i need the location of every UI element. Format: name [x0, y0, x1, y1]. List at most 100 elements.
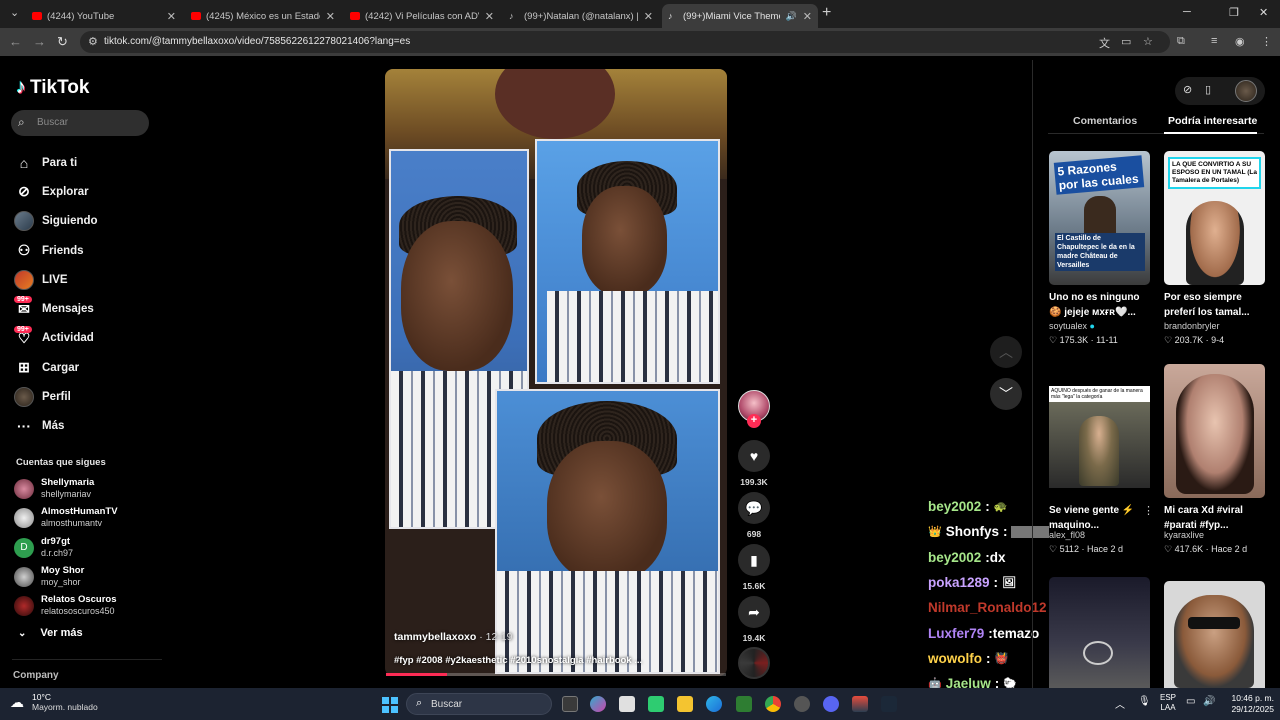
video-progress-fill — [386, 673, 448, 676]
company-link[interactable]: Company — [13, 670, 59, 681]
following-account[interactable]: D dr97gt d.r.ch97 — [13, 534, 163, 563]
recommended-video-card[interactable]: 5 Razones por las cuales El Castillo de … — [1049, 151, 1150, 346]
previous-video-button[interactable]: ︿ — [990, 336, 1022, 368]
account-name: Moy Shor — [41, 564, 85, 576]
taskbar-search-input[interactable]: ⌕ Buscar — [406, 693, 552, 715]
tab-comentarios[interactable]: Comentarios — [1073, 115, 1137, 127]
search-input[interactable]: ⌕ Buscar — [11, 110, 149, 136]
nav-item-siguiendo[interactable]: Siguiendo — [14, 207, 164, 236]
profile-icon[interactable]: ◉ — [1235, 35, 1245, 48]
chrome-icon[interactable] — [765, 696, 781, 712]
next-video-button[interactable]: ﹀ — [990, 378, 1022, 410]
youtube-icon — [350, 12, 360, 20]
following-account[interactable]: Relatos Oscuros relatososcuros450 — [13, 592, 163, 621]
see-more-button[interactable]: ⌄ Ver más — [18, 627, 83, 639]
nav-item-cargar[interactable]: ⊞ Cargar — [14, 353, 164, 382]
forward-icon[interactable]: → — [33, 34, 46, 49]
translate-icon[interactable]: 文 — [1099, 35, 1110, 51]
close-tab-icon[interactable]: ✕ — [644, 10, 653, 23]
volume-icon[interactable]: 🔊 — [1203, 696, 1215, 707]
compass-icon[interactable]: ⊘ — [1183, 83, 1192, 96]
following-account[interactable]: Moy Shor moy_shor — [13, 563, 163, 592]
following-account[interactable]: Shellymaria shellymariav — [13, 475, 163, 504]
show-hidden-icons-icon[interactable]: ︿ — [1115, 696, 1125, 711]
browser-tab-active[interactable]: ♪ (99+)Miami Vice Themed C 🔊 ✕ — [662, 4, 818, 28]
windows-start-icon[interactable] — [382, 697, 398, 713]
store-icon[interactable] — [619, 696, 635, 712]
app-icon[interactable] — [648, 696, 664, 712]
back-icon[interactable]: ← — [9, 34, 22, 49]
youtube-icon — [32, 12, 42, 20]
nav-item-para-ti[interactable]: ⌂ Para ti — [14, 148, 164, 177]
excel-icon[interactable] — [736, 696, 752, 712]
language-indicator[interactable]: ESP LAA — [1160, 693, 1176, 713]
task-view-icon[interactable] — [562, 696, 578, 712]
like-button[interactable]: ♥ 199.3K — [738, 440, 770, 487]
recommended-video-thumbnail[interactable] — [1164, 581, 1265, 688]
copilot-icon[interactable] — [590, 696, 606, 712]
close-tab-icon[interactable]: ✕ — [167, 10, 176, 23]
nav-item-explorar[interactable]: ⊘ Explorar — [14, 177, 164, 206]
steam-icon[interactable] — [794, 696, 810, 712]
recommended-video-card[interactable]: LA QUE CONVIRTIO A SU ESPOSO EN UN TAMAL… — [1164, 151, 1265, 346]
microphone-icon[interactable]: 🎙 — [1138, 696, 1151, 707]
close-tab-icon[interactable]: ✕ — [485, 10, 494, 23]
chat-user: Luxfer79 — [928, 625, 985, 641]
edge-icon[interactable] — [706, 696, 722, 712]
system-clock[interactable]: 10:46 p. m. 29/12/2025 — [1222, 693, 1274, 715]
browser-tab[interactable]: (4242) Vi Películas con ADVERTE ✕ — [344, 4, 500, 28]
tab-search-icon[interactable]: ⌄ — [10, 6, 19, 19]
discord-icon[interactable] — [823, 696, 839, 712]
music-disc-icon[interactable] — [738, 647, 770, 679]
video-progress-bar[interactable] — [386, 673, 726, 676]
app-icon[interactable] — [852, 696, 868, 712]
video-author[interactable]: tammybellaxoxo · 12-19 — [394, 631, 512, 643]
address-bar[interactable]: ⚙ tiktok.com/@tammybellaxoxo/video/75856… — [80, 31, 1170, 53]
cast-icon[interactable]: ▭ — [1121, 35, 1131, 48]
browser-tab[interactable]: (4244) YouTube ✕ — [26, 4, 182, 28]
nav-item-friends[interactable]: ⚇ Friends — [14, 236, 164, 265]
weather-widget[interactable]: ☁ 10°C Mayorm. nublado — [10, 692, 98, 712]
minimize-icon[interactable]: ─ — [1183, 6, 1191, 18]
close-tab-icon[interactable]: ✕ — [803, 10, 812, 23]
extensions-icon[interactable]: ⧉ — [1177, 35, 1185, 48]
nav-item-perfil[interactable]: Perfil — [14, 382, 164, 411]
thumbnail-caption: AQUINO después de ganar de la manera más… — [1049, 386, 1150, 402]
nav-item-actividad[interactable]: ♡ 99+ Actividad — [14, 324, 164, 353]
tab-podria-interesarte[interactable]: Podría interesarte — [1168, 115, 1257, 127]
close-tab-icon[interactable]: ✕ — [326, 10, 335, 23]
new-tab-icon[interactable]: + — [822, 4, 831, 22]
share-button[interactable]: ➦ 19.4K — [738, 596, 770, 643]
file-explorer-icon[interactable] — [677, 696, 693, 712]
following-account[interactable]: AlmostHumanTV almosthumantv — [13, 504, 163, 533]
video-player[interactable]: tammybellaxoxo · 12-19 #fyp #2008 #y2kae… — [385, 69, 727, 676]
close-window-icon[interactable]: ✕ — [1259, 6, 1268, 19]
nav-item-live[interactable]: LIVE — [14, 265, 164, 294]
card-menu-icon[interactable]: ⋮ — [1143, 504, 1154, 517]
chat-sep: : — [986, 650, 991, 666]
media-controls-icon[interactable]: ≡ — [1211, 35, 1217, 47]
recommended-video-card[interactable]: Mi cara Xd #viral #parati #fyp... kyarax… — [1164, 364, 1265, 555]
speaker-icon[interactable]: 🔊 — [786, 11, 797, 22]
site-info-icon[interactable]: ⚙ — [88, 35, 98, 48]
comment-button[interactable]: 💬 698 — [738, 492, 770, 539]
reload-icon[interactable]: ↻ — [57, 34, 68, 50]
save-button[interactable]: ▮ 15.6K — [738, 544, 770, 591]
nav-item-mensajes[interactable]: ✉ 99+ Mensajes — [14, 294, 164, 323]
recommended-video-card[interactable]: AQUINO después de ganar de la manera más… — [1049, 364, 1154, 555]
browser-tab[interactable]: ♪ (99+)Natalan (@natalanx) | TikT ✕ — [503, 4, 659, 28]
video-hashtags[interactable]: #fyp #2008 #y2kaesthetic #2010snostalgia… — [394, 655, 642, 666]
user-avatar[interactable] — [1235, 80, 1257, 102]
recommended-video-thumbnail[interactable] — [1049, 577, 1150, 688]
browser-tab[interactable]: (4245) México es un Estado Falli ✕ — [185, 4, 341, 28]
nav-item-mas[interactable]: ··· Más — [14, 412, 164, 441]
bookmark-star-icon[interactable]: ☆ — [1143, 35, 1153, 48]
steam-client-icon[interactable] — [881, 696, 897, 712]
network-icon[interactable]: ▭ — [1186, 696, 1195, 707]
chat-user: wowolfo — [928, 650, 982, 666]
follow-plus-button[interactable]: + — [747, 414, 761, 428]
maximize-icon[interactable]: ❐ — [1229, 6, 1239, 19]
menu-kebab-icon[interactable]: ⋮ — [1261, 35, 1272, 48]
mobile-icon[interactable]: ▯ — [1205, 83, 1211, 96]
tiktok-logo[interactable]: ♪ TikTok — [16, 76, 89, 99]
